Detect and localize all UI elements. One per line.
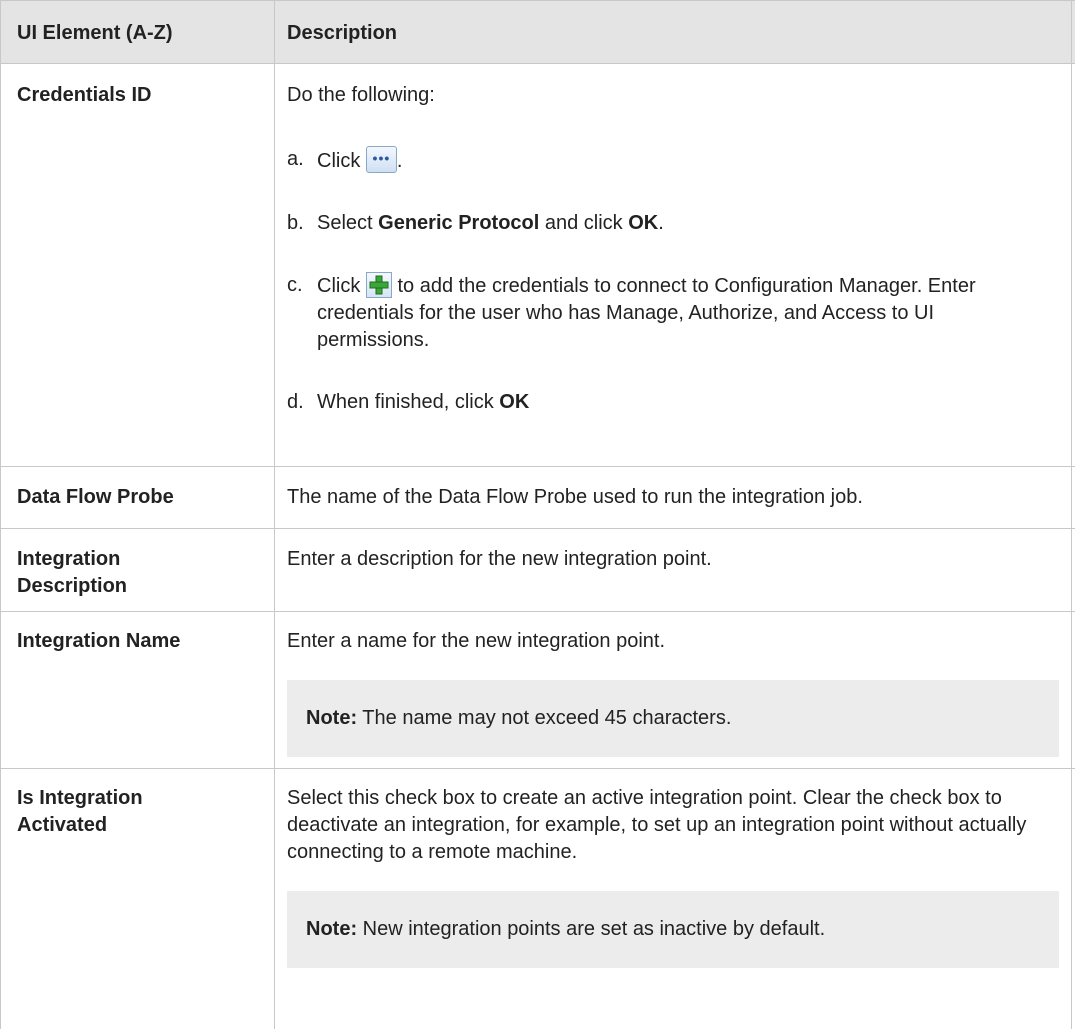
step-d: d. When finished, click OK: [287, 389, 1071, 416]
row-description: The name of the Data Flow Probe used to …: [275, 467, 1072, 528]
step-text: Click: [317, 275, 361, 297]
row-name: Credentials ID: [0, 64, 275, 466]
step-text-end: .: [396, 150, 403, 172]
table-row-is-integration-activated: Is Integration Activated Select this che…: [0, 769, 1075, 1029]
step-c: c. Click to add the credentials to conne…: [287, 272, 1071, 354]
step-letter: d.: [287, 391, 304, 413]
step-a: a. Click •••.: [287, 146, 1071, 175]
table-row-integration-name: Integration Name Enter a name for the ne…: [0, 612, 1075, 769]
steps-list: a. Click •••. b. Select Generic Protocol…: [287, 146, 1071, 416]
description-text: Enter a name for the new integration poi…: [287, 630, 666, 652]
header-description: Description: [275, 1, 1072, 63]
step-letter: a.: [287, 148, 304, 170]
note-text: The name may not exceed 45 characters.: [357, 707, 732, 729]
header-ui-element: UI Element (A-Z): [0, 1, 275, 63]
ok-label: OK: [499, 391, 530, 413]
step-text-end: to add the credentials to connect to Con…: [317, 275, 976, 351]
table-row-integration-description: Integration Description Enter a descript…: [0, 529, 1075, 612]
table-header-row: UI Element (A-Z) Description: [0, 0, 1075, 64]
step-b: b. Select Generic Protocol and click OK.: [287, 210, 1071, 237]
step-text-end: .: [658, 212, 664, 234]
intro-text: Do the following:: [287, 84, 435, 106]
step-letter: c.: [287, 274, 303, 296]
row-name: Data Flow Probe: [0, 467, 275, 528]
step-text-mid: and click: [539, 212, 629, 234]
row-name: Integration Name: [0, 612, 275, 768]
step-text: Select: [317, 212, 379, 234]
step-letter: b.: [287, 212, 304, 234]
note-text: New integration points are set as inacti…: [357, 918, 826, 940]
row-description: Enter a name for the new integration poi…: [275, 612, 1072, 768]
green-plus-icon: [365, 272, 392, 298]
description-text: Select this check box to create an activ…: [287, 787, 1027, 863]
note-label: Note:: [306, 918, 358, 940]
row-name: Integration Description: [0, 529, 275, 611]
ui-elements-table: UI Element (A-Z) Description Credentials…: [0, 0, 1075, 1029]
step-text: Click: [317, 150, 361, 172]
note-label: Note:: [306, 707, 358, 729]
row-description: Enter a description for the new integrat…: [275, 529, 1072, 611]
row-description: Do the following: a. Click •••. b. Selec…: [275, 64, 1072, 466]
note-box: Note: The name may not exceed 45 charact…: [287, 680, 1059, 757]
table-row-credentials-id: Credentials ID Do the following: a. Clic…: [0, 64, 1075, 467]
protocol-name: Generic Protocol: [378, 212, 540, 234]
note-box: Note: New integration points are set as …: [287, 891, 1059, 968]
ok-label: OK: [628, 212, 659, 234]
table-row-data-flow-probe: Data Flow Probe The name of the Data Flo…: [0, 467, 1075, 529]
row-name: Is Integration Activated: [0, 769, 275, 1029]
step-text: When finished, click: [317, 391, 500, 413]
row-description: Select this check box to create an activ…: [275, 769, 1072, 1029]
ellipsis-browse-icon: •••: [365, 146, 397, 173]
